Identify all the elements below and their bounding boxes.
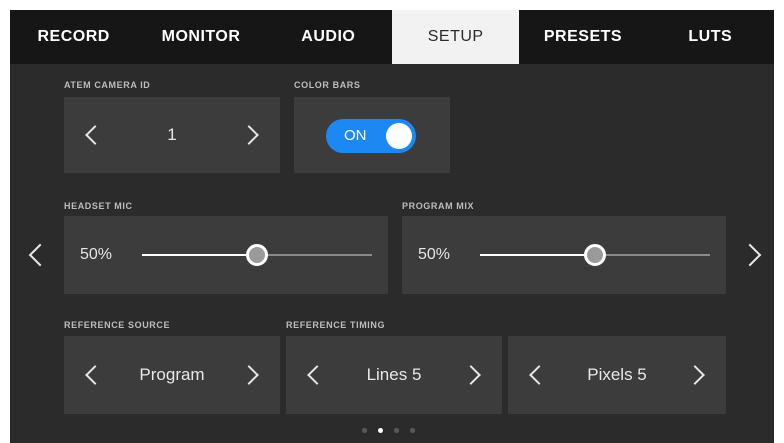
color-bars-control: ON — [294, 97, 450, 173]
toggle-state-text: ON — [344, 127, 367, 144]
atem-camera-id-label: ATEM CAMERA ID — [64, 80, 151, 90]
page-dot-1[interactable] — [362, 428, 367, 433]
tab-audio[interactable]: AUDIO — [265, 10, 392, 64]
program-mix-fill — [480, 254, 595, 256]
program-mix-label: PROGRAM MIX — [402, 201, 475, 211]
headset-mic-fill — [142, 254, 257, 256]
page-indicator — [362, 428, 415, 433]
setup-screen: RECORD MONITOR AUDIO SETUP PRESETS LUTS … — [10, 10, 774, 443]
headset-mic-label: HEADSET MIC — [64, 201, 133, 211]
page-dot-3[interactable] — [394, 428, 399, 433]
tab-monitor[interactable]: MONITOR — [137, 10, 264, 64]
program-mix-slider: 50% — [402, 216, 726, 294]
color-bars-label: COLOR BARS — [294, 80, 361, 90]
page-dot-4[interactable] — [410, 428, 415, 433]
headset-mic-value: 50% — [80, 246, 113, 263]
previous-page-icon[interactable] — [28, 243, 52, 267]
program-mix-value: 50% — [418, 246, 451, 263]
reference-timing-pixels-control: Pixels 5 — [508, 336, 726, 414]
tab-presets[interactable]: PRESETS — [519, 10, 646, 64]
headset-mic-handle[interactable] — [246, 244, 268, 266]
atem-camera-id-control: 1 — [64, 97, 280, 173]
color-bars-toggle[interactable]: ON — [326, 119, 416, 153]
tab-bar: RECORD MONITOR AUDIO SETUP PRESETS LUTS — [10, 10, 774, 64]
reference-source-label: REFERENCE SOURCE — [64, 320, 171, 330]
tab-luts[interactable]: LUTS — [647, 10, 774, 64]
toggle-knob — [386, 123, 412, 149]
program-mix-track[interactable] — [480, 244, 710, 266]
reference-timing-label: REFERENCE TIMING — [286, 320, 386, 330]
next-page-icon[interactable] — [738, 243, 762, 267]
page-dot-2[interactable] — [378, 428, 383, 433]
tab-record[interactable]: RECORD — [10, 10, 137, 64]
reference-timing-lines-control: Lines 5 — [286, 336, 502, 414]
headset-mic-slider: 50% — [64, 216, 388, 294]
reference-source-control: Program — [64, 336, 280, 414]
program-mix-handle[interactable] — [584, 244, 606, 266]
tab-setup[interactable]: SETUP — [391, 10, 520, 64]
headset-mic-track[interactable] — [142, 244, 372, 266]
